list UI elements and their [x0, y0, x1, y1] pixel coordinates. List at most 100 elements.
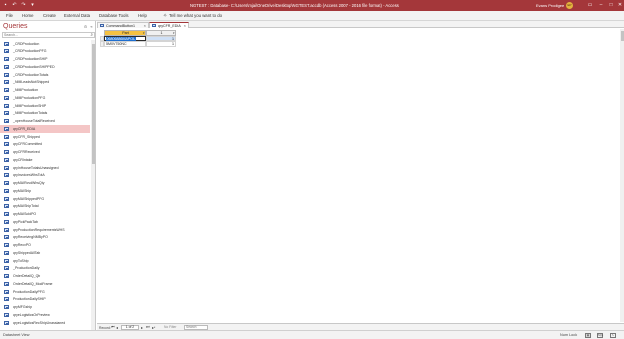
form-icon: [100, 23, 104, 28]
list-item-label: qryToShip: [13, 258, 29, 263]
sql-view-icon[interactable]: SQL: [597, 332, 603, 338]
list-item[interactable]: qryMFGship: [0, 304, 90, 312]
list-item[interactable]: _CRDProductionSHIPPED: [0, 63, 90, 71]
design-view-icon[interactable]: ✎: [610, 332, 616, 338]
list-item[interactable]: qryCRIntake: [0, 156, 90, 164]
redo-icon[interactable]: ↷: [21, 2, 26, 8]
list-item[interactable]: _CRDProductionPFG: [0, 48, 90, 56]
list-item[interactable]: ProductionDailyPFG: [0, 288, 90, 296]
list-item[interactable]: qryeLogisticsRecShipUnassianed: [0, 319, 90, 327]
current-record-field[interactable]: 1 of 2: [121, 325, 139, 330]
customize-qat-icon[interactable]: ▾: [30, 2, 35, 8]
list-item[interactable]: _NMILeadsNotShipped: [0, 79, 90, 87]
document-tabs: CommandButton1 × qryCFR_EDIA ×: [97, 21, 624, 28]
list-item[interactable]: qryMAISoldPO: [0, 211, 90, 219]
list-item[interactable]: qryProductionRequirementsWHS: [0, 226, 90, 234]
query-icon: [4, 320, 9, 325]
list-item[interactable]: qryRecvPO: [0, 242, 90, 250]
user-name[interactable]: Evans Prodigee: [536, 3, 564, 8]
list-item[interactable]: qryMAIShipTotal: [0, 203, 90, 211]
list-item[interactable]: _openHouseTotalReceived: [0, 118, 90, 126]
close-tab-icon[interactable]: ×: [144, 23, 146, 28]
table-cell[interactable]: 1: [146, 41, 176, 47]
list-item[interactable]: qryReceivingNMByPO: [0, 234, 90, 242]
list-item[interactable]: _ProductionDaily: [0, 265, 90, 273]
search-icon[interactable]: ⌕: [90, 32, 93, 37]
query-icon: [4, 150, 9, 154]
list-item[interactable]: qryCFRCommitted: [0, 141, 90, 149]
tab-create[interactable]: Create: [43, 13, 56, 18]
new-record-icon[interactable]: ▸*: [152, 325, 155, 330]
quick-access-toolbar: ▪ ↶ ↷ ▾: [3, 2, 35, 8]
nav-header[interactable]: Queries: [3, 23, 28, 30]
list-item-label: qryInvoicesWhsTotA: [13, 173, 45, 178]
list-item[interactable]: _NMIProductionSHIP: [0, 102, 90, 110]
no-filter-indicator[interactable]: No Filter: [164, 325, 176, 329]
list-item[interactable]: qryeLogisticsOrPreview: [0, 311, 90, 319]
list-item[interactable]: qryMAIShippedPFG: [0, 195, 90, 203]
table-cell[interactable]: 5M0V750NC: [104, 41, 146, 47]
maximize-icon[interactable]: □: [607, 2, 615, 9]
list-item[interactable]: qryInHouseTotalsUnassigned: [0, 164, 90, 172]
undo-icon[interactable]: ↶: [12, 2, 17, 8]
list-item[interactable]: _NMIProduction: [0, 87, 90, 95]
tab-help[interactable]: Help: [138, 13, 147, 18]
record-search-box[interactable]: Search: [184, 325, 208, 330]
tab-home[interactable]: Home: [22, 13, 33, 18]
list-item-label: qryPickPackTab: [13, 219, 38, 224]
list-item[interactable]: qryCFR_EDIA: [0, 125, 90, 133]
tab-external-data[interactable]: External Data: [64, 13, 90, 18]
list-item[interactable]: qryMAIShip: [0, 187, 90, 195]
nav-scroll-thumb[interactable]: [91, 44, 95, 164]
previous-record-icon[interactable]: ◂: [116, 325, 118, 330]
close-tab-icon[interactable]: ×: [184, 23, 186, 28]
datasheet-scroll-thumb[interactable]: [620, 31, 624, 41]
list-item-label: qryMAISoldPO: [13, 212, 37, 216]
shutter-bar-icon[interactable]: «: [89, 24, 94, 29]
list-item[interactable]: OrderDetailQ_ModFrame: [0, 280, 90, 288]
filter-dropdown-icon[interactable]: ▾: [143, 31, 145, 35]
list-item[interactable]: _NMIProductionPFG: [0, 94, 90, 102]
list-item[interactable]: OrderDetailQ_Qb: [0, 273, 90, 281]
ribbon-options-icon[interactable]: ▭: [586, 2, 594, 9]
datasheet-scrollbar[interactable]: [620, 29, 624, 322]
tab-file[interactable]: File: [6, 13, 13, 18]
list-item[interactable]: qryInvoicesWhsTotA: [0, 172, 90, 180]
tab-commandbutton1[interactable]: CommandButton1 ×: [97, 21, 149, 28]
query-icon: [4, 49, 9, 54]
list-item-label: qryRecvPO: [13, 243, 31, 247]
tell-me-box[interactable]: Tell me what you want to do: [169, 13, 222, 18]
nav-menu-icon[interactable]: ⊙: [83, 24, 88, 29]
nav-scrollbar[interactable]: [91, 40, 95, 330]
list-item-label: _CRDProductionTotals: [13, 72, 49, 77]
list-item[interactable]: _NMIProductionTotals: [0, 110, 90, 118]
list-item[interactable]: ProductionDailySHIP: [0, 296, 90, 304]
list-item[interactable]: qryPickPackTab: [0, 218, 90, 226]
tab-database-tools[interactable]: Database Tools: [99, 13, 129, 18]
list-item[interactable]: qryShippedAllTab: [0, 249, 90, 257]
list-item[interactable]: qryCFR_Shipped: [0, 133, 90, 141]
list-item[interactable]: _CRDProduction: [0, 40, 90, 48]
list-item-label: qryMAIRcvdWhsQty: [13, 181, 45, 185]
list-item[interactable]: _CRDProductionSHIP: [0, 56, 90, 64]
datasheet-view-icon[interactable]: ▦: [585, 332, 591, 338]
query-icon: [4, 80, 9, 85]
list-item[interactable]: qryToShip: [0, 257, 90, 265]
first-record-icon[interactable]: ⏮: [111, 325, 114, 329]
next-record-icon[interactable]: ▸: [141, 325, 143, 330]
save-icon[interactable]: ▪: [3, 2, 8, 8]
last-record-icon[interactable]: ⏭: [146, 325, 149, 329]
list-item[interactable]: qryCFRReceived: [0, 149, 90, 157]
avatar[interactable]: EP: [566, 2, 573, 9]
list-item-label: qryCFRReceived: [13, 150, 40, 154]
filter-dropdown-icon[interactable]: ▾: [173, 31, 175, 35]
nav-search-input[interactable]: [4, 33, 86, 37]
minimize-icon[interactable]: –: [597, 2, 605, 9]
list-item[interactable]: qryMAIRcvdWhsQty: [0, 180, 90, 188]
tab-qrycfr-edia[interactable]: qryCFR_EDIA ×: [149, 21, 189, 28]
list-item-label: qryCFR_Shipped: [13, 134, 40, 139]
close-icon[interactable]: ✕: [616, 2, 624, 9]
query-icon: [4, 95, 9, 100]
list-item-label: _NMIProduction: [13, 88, 39, 92]
list-item[interactable]: _CRDProductionTotals: [0, 71, 90, 79]
